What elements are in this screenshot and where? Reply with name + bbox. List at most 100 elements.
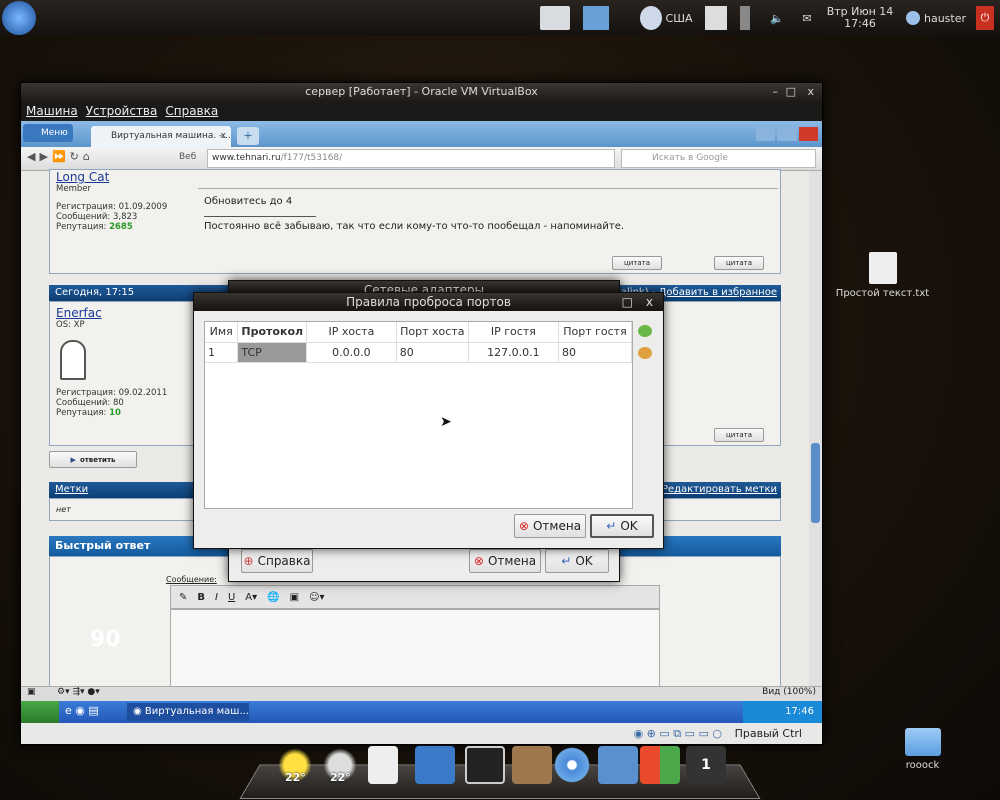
file-manager-icon[interactable] (598, 746, 638, 784)
package-icon[interactable] (512, 746, 552, 784)
chromium-icon[interactable] (552, 746, 592, 784)
installer-icon[interactable] (415, 746, 455, 784)
page-scrollbar[interactable] (809, 171, 822, 686)
clock-icon[interactable] (640, 6, 662, 30)
post-date: Сегодня, 17:15 (55, 287, 135, 298)
tab-close-icon[interactable]: x (221, 126, 226, 147)
user-name: hauster (923, 11, 967, 25)
play-icon: ▶ (70, 455, 76, 464)
app-menu-icon[interactable] (2, 1, 36, 35)
document-icon[interactable] (368, 746, 398, 784)
smiley-icon[interactable]: ☺▾ (309, 592, 324, 603)
search-input[interactable]: Искать в Google (621, 149, 816, 168)
post-rank: Member (56, 184, 91, 194)
opera-menu-button[interactable]: Меню (23, 124, 73, 142)
cell-host-port[interactable]: 80 (396, 342, 469, 363)
task-button[interactable]: ◉ Виртуальная маш... (127, 703, 249, 721)
keyboard-layout[interactable]: США (664, 6, 694, 30)
windows-xp-vm-icon[interactable] (640, 746, 680, 784)
ok-button[interactable]: ↵ OK (590, 514, 654, 538)
rules-table: Имя Протокол IP хоста Порт хоста IP гост… (204, 321, 633, 509)
minimize-button[interactable]: – (773, 83, 779, 101)
forward-icon[interactable]: ▶ (39, 150, 47, 163)
cell-name[interactable]: 1 (205, 342, 239, 363)
cancel-button[interactable]: ⊗ Отмена (469, 549, 541, 573)
quote-button[interactable]: цитата (714, 428, 764, 442)
wizard-icon[interactable]: ✎ (179, 592, 187, 603)
reply-button[interactable]: ▶ ответить (49, 451, 137, 468)
cancel-button[interactable]: ⊗ Отмена (514, 514, 586, 538)
device-icons[interactable]: ◉ ⊕ ▭ ⧉ ▭ ▭ ○ (634, 723, 722, 744)
desktop-file[interactable]: Простой текст.txt (830, 252, 935, 299)
remove-rule-icon[interactable] (638, 347, 652, 359)
printer-icon[interactable] (705, 6, 727, 30)
underline-button[interactable]: U (228, 592, 235, 603)
ok-icon: ↵ (561, 554, 572, 568)
maximize-button[interactable]: □ (786, 83, 796, 101)
cell-protocol[interactable]: TCP (237, 342, 308, 363)
url-input[interactable]: www.tehnari.ru/f177/t53168/ (207, 149, 615, 168)
edit-tags-link[interactable]: Редактировать метки (662, 482, 777, 498)
tags-title[interactable]: Метки (55, 484, 88, 495)
italic-button[interactable]: I (215, 592, 218, 603)
quicklaunch-icons[interactable]: e ◉ ▤ (65, 704, 99, 717)
maximize-button[interactable]: □ (622, 293, 633, 311)
fast-forward-icon[interactable]: ⏩ (52, 150, 66, 163)
reload-icon[interactable]: ↻ (70, 150, 79, 163)
menu-devices[interactable]: Устройства (86, 101, 158, 121)
text-color-button[interactable]: A▾ (245, 592, 257, 603)
image-icon[interactable]: ▣ (290, 592, 299, 603)
cell-guest-port[interactable]: 80 (558, 342, 633, 363)
user-menu[interactable]: hauster (902, 6, 970, 30)
multiquote-button[interactable]: цитата (714, 256, 764, 270)
close-button[interactable]: x (646, 293, 653, 311)
ok-button[interactable]: ↵ OK (545, 549, 609, 573)
col-guest-port[interactable]: Порт гостя (558, 322, 633, 343)
photo-icon[interactable] (583, 6, 609, 30)
post-os: OS: XP (56, 320, 85, 330)
terminal-icon[interactable] (465, 746, 505, 784)
network-icon[interactable] (540, 6, 570, 30)
col-name[interactable]: Имя (205, 322, 239, 343)
add-rule-icon[interactable] (638, 325, 652, 337)
window-titlebar: сервер [Работает] - Oracle VM VirtualBox… (21, 83, 822, 101)
add-favorite-link[interactable]: Добавить в избранное (659, 287, 777, 298)
power-icon[interactable]: ⏻ (976, 6, 994, 30)
help-button[interactable]: ⊕ Справка (241, 549, 313, 573)
weather-cloudy-icon[interactable]: 22° (320, 746, 360, 784)
volume-icon[interactable]: 🔈 (768, 6, 786, 30)
menu-machine[interactable]: Машина (26, 101, 78, 121)
battery-icon[interactable] (740, 6, 750, 30)
menu-help[interactable]: Справка (165, 101, 218, 121)
zoom-control[interactable]: Вид (100%) (762, 687, 816, 697)
link-icon[interactable]: 🌐 (267, 592, 279, 603)
back-icon[interactable]: ◀ (27, 150, 35, 163)
folder-label: rooock (905, 760, 940, 771)
window-controls[interactable] (756, 127, 818, 141)
nav-buttons[interactable]: ◀ ▶ ⏩ ↻ ⌂ (27, 150, 90, 163)
status-tools[interactable]: ⚙▾ ⇶▾ ●▾ (57, 687, 100, 697)
post-author[interactable]: Enerfac (56, 306, 102, 320)
home-icon[interactable]: ⌂ (83, 150, 90, 163)
weather-sunny-icon[interactable]: 22° (275, 746, 315, 784)
mail-icon[interactable]: ✉ (798, 6, 816, 30)
close-button[interactable]: x (807, 83, 814, 101)
start-button[interactable] (21, 701, 59, 723)
col-host-ip[interactable]: IP хоста (306, 322, 397, 343)
tab-active[interactable]: Виртуальная машина. -... x (91, 126, 231, 147)
col-host-port[interactable]: Порт хоста (396, 322, 469, 343)
panel-toggle-icon[interactable]: ▣ (27, 687, 36, 697)
col-guest-ip[interactable]: IP гостя (468, 322, 559, 343)
workspace-switcher[interactable]: 1 (686, 746, 726, 784)
col-protocol[interactable]: Протокол (237, 322, 308, 343)
cell-host-ip[interactable]: 0.0.0.0 (306, 342, 397, 363)
desktop-folder[interactable]: rooock (895, 728, 950, 771)
table-row[interactable]: 1 TCP 0.0.0.0 80 127.0.0.1 80 (205, 342, 633, 363)
post-author[interactable]: Long Cat (56, 170, 109, 184)
datetime[interactable]: Втр Июн 14 17:46 (824, 4, 896, 32)
editor-toolbar: ✎ B I U A▾ 🌐 ▣ ☺▾ (170, 585, 660, 609)
quote-button[interactable]: цитата (612, 256, 662, 270)
new-tab-button[interactable]: + (237, 127, 259, 145)
cell-guest-ip[interactable]: 127.0.0.1 (468, 342, 559, 363)
bold-button[interactable]: B (197, 592, 205, 603)
